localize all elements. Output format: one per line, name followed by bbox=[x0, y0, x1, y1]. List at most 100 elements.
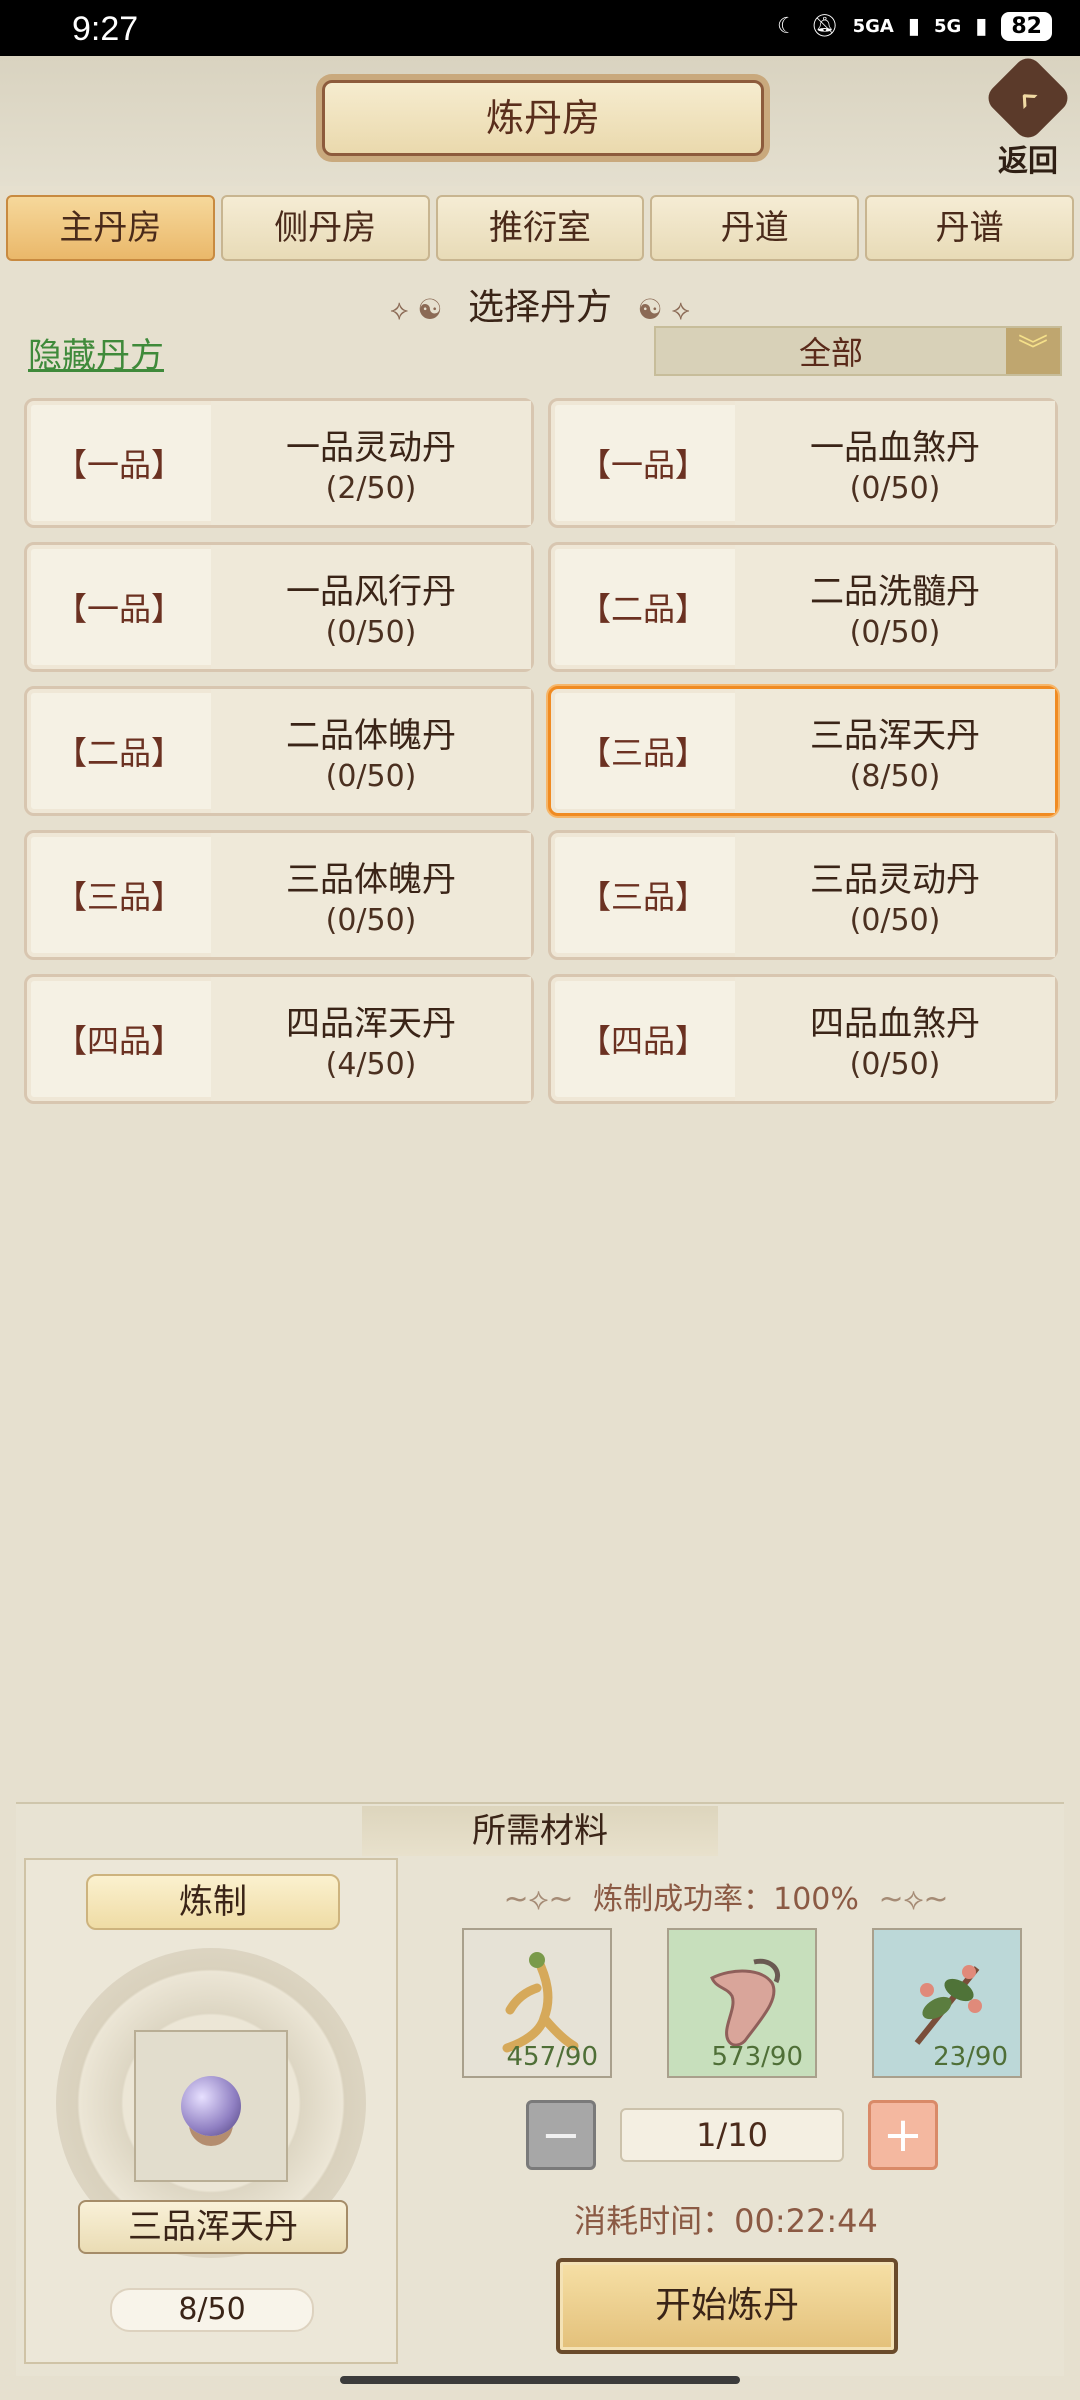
recipe-info: 一品风行丹 (0/50) bbox=[211, 545, 531, 669]
tab-side-room[interactable]: 侧丹房 bbox=[220, 195, 430, 261]
recipe-grade: 【三品】 bbox=[578, 878, 707, 916]
recipe-card[interactable]: 【一品】 一品血煞丹 (0/50) bbox=[548, 398, 1058, 528]
refine-preview-box: 炼制 三品浑天丹 8/50 bbox=[24, 1858, 398, 2364]
material-qty: 23/90 bbox=[933, 2042, 1008, 2072]
recipe-count: (0/50) bbox=[849, 471, 941, 506]
recipe-count: (0/50) bbox=[849, 903, 941, 938]
success-rate-row: ~⟡~ 炼制成功率：100% ~⟡~ bbox=[416, 1874, 1036, 1918]
recipe-card[interactable]: 【二品】 二品体魄丹 (0/50) bbox=[24, 686, 534, 816]
materials-title: 所需材料 bbox=[362, 1806, 718, 1856]
network-5ga-label: 5GA bbox=[852, 16, 894, 37]
ornament-right-icon: ~⟡~ bbox=[878, 1882, 949, 1917]
material-slot[interactable]: 457/90 bbox=[462, 1928, 612, 2078]
refine-label: 炼制 bbox=[86, 1874, 340, 1930]
chevron-down-icon: ︾ bbox=[1006, 328, 1060, 374]
recipe-info: 四品血煞丹 (0/50) bbox=[735, 977, 1055, 1101]
selected-pill-name: 三品浑天丹 bbox=[78, 2200, 348, 2254]
tab-recipe-book[interactable]: 丹谱 bbox=[865, 195, 1074, 261]
recipe-card[interactable]: 【一品】 一品风行丹 (0/50) bbox=[24, 542, 534, 672]
recipe-grid: 【一品】 一品灵动丹 (2/50) 【一品】 一品血煞丹 (0/50) 【一品】… bbox=[24, 398, 1058, 1104]
recipe-count: (8/50) bbox=[849, 759, 941, 794]
materials-panel: 所需材料 炼制 三品浑天丹 8/50 ~⟡~ 炼制成功率：100% ~⟡~ 45… bbox=[16, 1802, 1064, 2376]
recipe-card-selected[interactable]: 【三品】 三品浑天丹 (8/50) bbox=[548, 686, 1058, 816]
material-slot[interactable]: 23/90 bbox=[872, 1928, 1022, 2078]
back-arrow-icon: ‹ bbox=[982, 52, 1074, 144]
recipe-name: 四品浑天丹 bbox=[286, 1004, 456, 1044]
recipe-name: 四品血煞丹 bbox=[810, 1004, 980, 1044]
hide-recipes-link[interactable]: 隐藏丹方 bbox=[28, 328, 164, 377]
tab-deduction-room[interactable]: 推衍室 bbox=[435, 195, 645, 261]
recipe-count: (0/50) bbox=[325, 615, 417, 650]
recipe-grade: 【二品】 bbox=[578, 590, 707, 628]
quantity-value: 1/10 bbox=[620, 2108, 844, 2162]
recipe-name: 二品洗髓丹 bbox=[810, 572, 980, 612]
recipe-section-title: 选择丹方 bbox=[467, 287, 612, 328]
recipe-count: (4/50) bbox=[325, 1047, 417, 1082]
quantity-stepper: − 1/10 + bbox=[526, 2100, 946, 2170]
pill-pearl-icon bbox=[181, 2076, 241, 2136]
recipe-info: 二品洗髓丹 (0/50) bbox=[735, 545, 1055, 669]
recipe-info: 一品血煞丹 (0/50) bbox=[735, 401, 1055, 525]
recipe-count: (2/50) bbox=[325, 471, 417, 506]
recipe-grade: 【四品】 bbox=[578, 1022, 707, 1060]
network-5g-label: 5G bbox=[933, 16, 962, 37]
start-alchemy-button[interactable]: 开始炼丹 bbox=[556, 2258, 898, 2354]
tab-main-room[interactable]: 主丹房 bbox=[6, 195, 215, 261]
header-bar: 炼丹房 ‹ 返回 bbox=[0, 52, 1080, 186]
material-qty: 457/90 bbox=[506, 2042, 598, 2072]
recipe-card[interactable]: 【三品】 三品灵动丹 (0/50) bbox=[548, 830, 1058, 960]
material-qty: 573/90 bbox=[711, 2042, 803, 2072]
status-time: 9:27 bbox=[72, 10, 139, 48]
recipe-count: (0/50) bbox=[325, 903, 417, 938]
ornament-left-icon: ⟡ ☯ bbox=[390, 293, 443, 326]
consume-time: 消耗时间：00:22:44 bbox=[574, 2202, 878, 2240]
recipe-grade: 【一品】 bbox=[54, 446, 183, 484]
materials-list: 457/90 573/90 23/90 bbox=[462, 1928, 1022, 2078]
success-rate-text: 炼制成功率：100% bbox=[593, 1882, 859, 1917]
decrease-button[interactable]: − bbox=[526, 2100, 596, 2170]
signal-icon: ▮ bbox=[907, 14, 920, 39]
grade-filter-dropdown[interactable]: 全部 ︾ bbox=[654, 326, 1062, 376]
recipe-info: 二品体魄丹 (0/50) bbox=[211, 689, 531, 813]
recipe-info: 一品灵动丹 (2/50) bbox=[211, 401, 531, 525]
recipe-info: 四品浑天丹 (4/50) bbox=[211, 977, 531, 1101]
recipe-name: 三品灵动丹 bbox=[810, 860, 980, 900]
recipe-name: 三品浑天丹 bbox=[810, 716, 980, 756]
recipe-count: (0/50) bbox=[849, 615, 941, 650]
increase-button[interactable]: + bbox=[868, 2100, 938, 2170]
recipe-card[interactable]: 【一品】 一品灵动丹 (2/50) bbox=[24, 398, 534, 528]
back-label: 返回 bbox=[998, 144, 1058, 179]
moon-icon: ☾ bbox=[776, 14, 797, 39]
recipe-info: 三品体魄丹 (0/50) bbox=[211, 833, 531, 957]
back-button[interactable]: ‹ 返回 bbox=[982, 52, 1074, 179]
recipe-name: 一品血煞丹 bbox=[810, 428, 980, 468]
recipe-card[interactable]: 【四品】 四品血煞丹 (0/50) bbox=[548, 974, 1058, 1104]
recipe-grade: 【四品】 bbox=[54, 1022, 183, 1060]
selected-pill-progress: 8/50 bbox=[110, 2288, 314, 2332]
recipe-grade: 【一品】 bbox=[54, 590, 183, 628]
recipe-section-header: ⟡ ☯ 选择丹方 ☯ ⟡ bbox=[0, 278, 1080, 330]
recipe-name: 二品体魄丹 bbox=[286, 716, 456, 756]
status-bar: 9:27 ☾ 🔕︎ 5GA ▮ 5G ▮ 82 bbox=[0, 0, 1080, 56]
recipe-info: 三品浑天丹 (8/50) bbox=[735, 689, 1055, 813]
recipe-grade: 【二品】 bbox=[54, 734, 183, 772]
mute-icon: 🔕︎ bbox=[810, 14, 839, 39]
recipe-grade: 【三品】 bbox=[54, 878, 183, 916]
filter-selected-value: 全部 bbox=[798, 334, 863, 372]
pill-slot[interactable] bbox=[134, 2030, 288, 2182]
ornament-right-icon: ☯ ⟡ bbox=[637, 293, 690, 326]
recipe-grade: 【三品】 bbox=[578, 734, 707, 772]
battery-level: 82 bbox=[1001, 12, 1052, 41]
recipe-card[interactable]: 【三品】 三品体魄丹 (0/50) bbox=[24, 830, 534, 960]
recipe-name: 一品风行丹 bbox=[286, 572, 456, 612]
status-icons: ☾ 🔕︎ 5GA ▮ 5G ▮ 82 bbox=[777, 12, 1052, 41]
signal-icon-2: ▮ bbox=[975, 14, 988, 39]
recipe-grade: 【一品】 bbox=[578, 446, 707, 484]
page-title: 炼丹房 bbox=[322, 80, 764, 156]
recipe-card[interactable]: 【二品】 二品洗髓丹 (0/50) bbox=[548, 542, 1058, 672]
recipe-count: (0/50) bbox=[849, 1047, 941, 1082]
material-slot[interactable]: 573/90 bbox=[667, 1928, 817, 2078]
recipe-card[interactable]: 【四品】 四品浑天丹 (4/50) bbox=[24, 974, 534, 1104]
tab-alchemy-way[interactable]: 丹道 bbox=[650, 195, 860, 261]
home-indicator[interactable] bbox=[340, 2376, 740, 2384]
